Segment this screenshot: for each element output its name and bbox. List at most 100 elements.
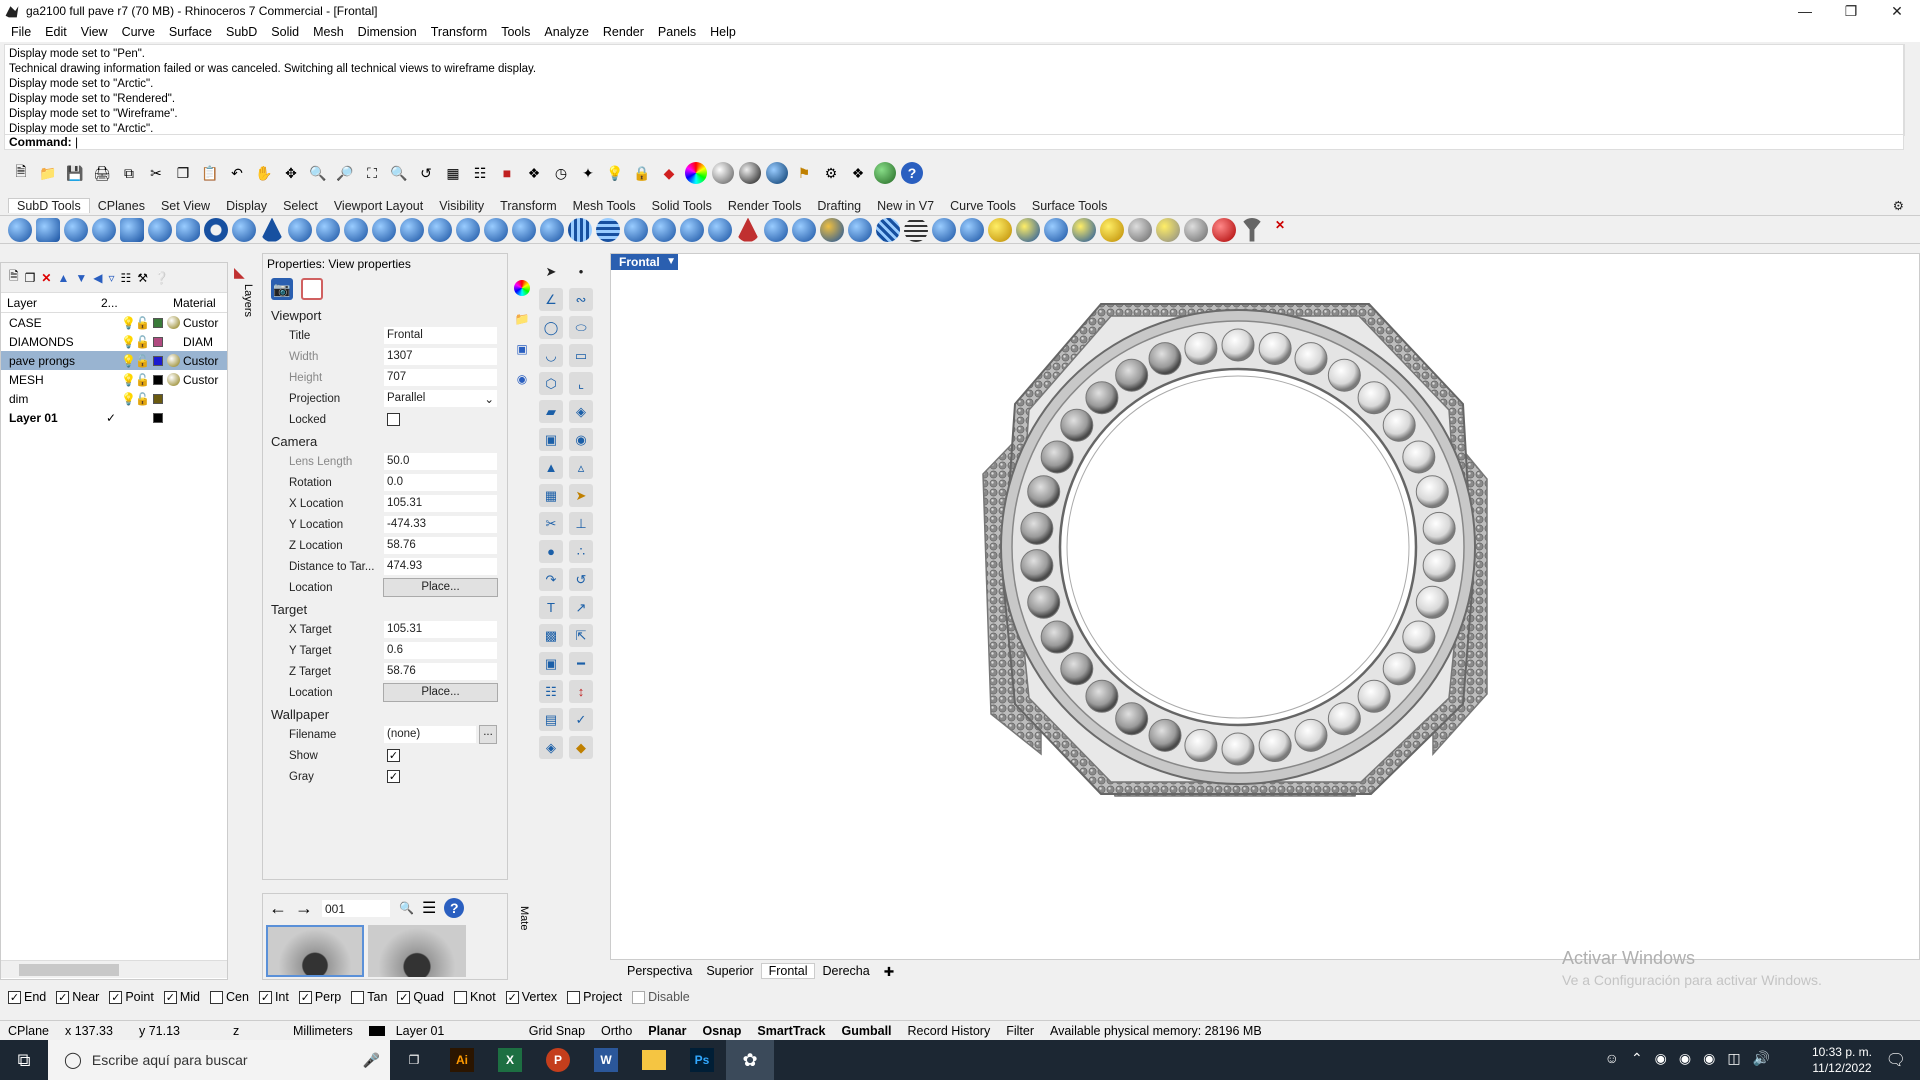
subd-patch-icon[interactable] xyxy=(820,217,844,242)
grid-snap-toggle[interactable]: Grid Snap xyxy=(521,1024,593,1038)
locked-checkbox[interactable] xyxy=(387,413,400,426)
subd-plane-icon[interactable] xyxy=(232,217,256,242)
subd-ball-icon[interactable] xyxy=(148,217,172,242)
menu-tools[interactable]: Tools xyxy=(494,25,537,39)
tab-curve-tools[interactable]: Curve Tools xyxy=(942,199,1024,213)
osnap-checkbox[interactable] xyxy=(632,990,646,1004)
cut-icon[interactable]: ✂ xyxy=(145,162,167,184)
menu-analyze[interactable]: Analyze xyxy=(537,25,595,39)
subd-crease-edge-icon[interactable] xyxy=(736,217,760,242)
shaded-sphere-icon[interactable] xyxy=(712,162,734,184)
subd-flat-icon[interactable] xyxy=(988,217,1012,242)
menu-subd[interactable]: SubD xyxy=(219,25,264,39)
filter-toggle[interactable]: Filter xyxy=(998,1024,1042,1038)
subd-reflect-icon[interactable] xyxy=(680,217,704,242)
distance-field[interactable]: 474.93 xyxy=(383,557,498,576)
open-icon[interactable]: 📁 xyxy=(37,162,59,184)
fillet-icon[interactable]: ⌞ xyxy=(569,372,593,395)
subd-weld-icon[interactable] xyxy=(484,217,508,242)
history-scrollbar[interactable] xyxy=(1904,44,1918,136)
zoom-icon[interactable]: 🔍 xyxy=(307,162,329,184)
subd-merge-icon[interactable] xyxy=(512,217,536,242)
extrude-icon[interactable]: ▲ xyxy=(539,456,563,479)
osnap-checkbox[interactable]: ✓ xyxy=(163,990,177,1004)
osnap-checkbox[interactable] xyxy=(454,990,467,1004)
explode-icon[interactable]: ∴ xyxy=(569,540,593,563)
osnap-checkbox[interactable]: ✓ xyxy=(397,990,411,1004)
browser-help-icon[interactable]: ? xyxy=(444,898,465,918)
curve-icon[interactable]: ∾ xyxy=(569,288,593,311)
layer-tools-icon[interactable]: ☷ xyxy=(121,271,132,285)
layer-color-swatch[interactable] xyxy=(153,412,163,423)
subd-sphere-icon[interactable] xyxy=(8,217,32,242)
lightbulb-icon[interactable]: 💡 xyxy=(121,335,136,349)
file-explorer-icon[interactable] xyxy=(630,1040,678,1080)
new-file-icon[interactable]: 🗎 xyxy=(10,162,32,184)
lightbulb-icon[interactable]: 💡 xyxy=(121,392,136,406)
menu-file[interactable]: File xyxy=(4,25,38,39)
lock-open-icon[interactable]: 🔓 xyxy=(135,316,150,330)
network-icon[interactable]: ◫ xyxy=(1727,1050,1740,1067)
gray-checkbox[interactable]: ✓ xyxy=(387,770,400,783)
subd-display-icon[interactable] xyxy=(876,217,900,242)
rendered-sphere-icon[interactable] xyxy=(739,162,761,184)
osnap-vertex[interactable]: ✓ Vertex xyxy=(505,990,557,1004)
osnap-tan[interactable]: Tan xyxy=(351,990,387,1004)
import-icon[interactable]: ⧉ xyxy=(118,162,140,184)
lens-length-field[interactable]: 50.0 xyxy=(383,452,498,471)
minimize-button[interactable]: — xyxy=(1782,0,1828,22)
render-icon[interactable] xyxy=(766,162,788,184)
set-cplane-icon[interactable]: ☷ xyxy=(469,162,491,184)
subd-tools-more-icon[interactable] xyxy=(316,217,340,242)
ortho-toggle[interactable]: Ortho xyxy=(593,1024,640,1038)
tab-drafting[interactable]: Drafting xyxy=(809,199,869,213)
osnap-checkbox[interactable] xyxy=(351,990,365,1004)
tab-set-view[interactable]: Set View xyxy=(153,199,218,213)
block-icon[interactable]: ▣ xyxy=(539,652,563,675)
osnap-checkbox[interactable]: ✓ xyxy=(505,990,519,1004)
circle-icon[interactable]: ◯ xyxy=(539,316,563,339)
tray-app2-icon[interactable]: ◉ xyxy=(1679,1050,1691,1067)
osnap-checkbox[interactable] xyxy=(567,990,581,1004)
subd-close-icon[interactable]: ✕ xyxy=(1268,217,1292,242)
display-icon[interactable]: ▣ xyxy=(516,342,527,356)
subd-cylinder-icon[interactable] xyxy=(120,217,144,242)
osnap-cen[interactable]: Cen xyxy=(210,990,249,1004)
tab-visibility[interactable]: Visibility xyxy=(431,199,492,213)
array-icon[interactable]: ☷ xyxy=(539,680,563,703)
menu-surface[interactable]: Surface xyxy=(162,25,219,39)
move-up-icon[interactable]: ▲ xyxy=(57,271,69,285)
planar-toggle[interactable]: Planar xyxy=(640,1024,694,1038)
material-thumbnail[interactable] xyxy=(368,925,466,977)
subd-refine-icon[interactable] xyxy=(624,217,648,242)
tab-viewport-layout[interactable]: Viewport Layout xyxy=(326,199,431,213)
blend-icon[interactable]: ◈ xyxy=(569,400,593,423)
select-arrow-icon[interactable]: ➤ xyxy=(539,260,563,283)
osnap-quad[interactable]: ✓ Quad xyxy=(397,990,444,1004)
scale-icon[interactable]: ⇱ xyxy=(569,624,593,647)
menu-view[interactable]: View xyxy=(74,25,115,39)
subd-globe-icon[interactable] xyxy=(1044,217,1068,242)
delete-layer-icon[interactable]: ✕ xyxy=(41,271,51,285)
lightbulb-icon[interactable]: 💡 xyxy=(121,316,136,330)
text-icon[interactable]: T xyxy=(539,596,563,619)
tray-app3-icon[interactable]: ◉ xyxy=(1703,1050,1715,1067)
subd-mesh-icon[interactable] xyxy=(568,217,592,242)
restore-button[interactable]: ❐ xyxy=(1828,0,1874,22)
filename-field[interactable]: (none) xyxy=(383,725,477,744)
layers-tab-icon[interactable]: ◣ xyxy=(234,264,245,281)
watch-case-model[interactable] xyxy=(611,254,1919,959)
subd-sphere2-icon[interactable] xyxy=(1128,217,1152,242)
render-settings-icon[interactable]: ◉ xyxy=(517,372,527,386)
render-mesh-icon[interactable]: ◈ xyxy=(539,736,563,759)
z-location-field[interactable]: 58.76 xyxy=(383,536,498,555)
layer-color-swatch[interactable] xyxy=(153,393,163,404)
subd-cone-icon[interactable] xyxy=(64,217,88,242)
osnap-knot[interactable]: Knot xyxy=(454,990,496,1004)
trim-icon[interactable]: ✂ xyxy=(539,512,563,535)
lightbulb-icon[interactable]: 💡 xyxy=(121,354,136,368)
width-field[interactable]: 1307 xyxy=(383,347,498,366)
polygon-icon[interactable]: ⬡ xyxy=(539,372,563,395)
people-icon[interactable]: ☺ xyxy=(1605,1050,1619,1067)
units-label[interactable]: Millimeters xyxy=(285,1024,361,1038)
